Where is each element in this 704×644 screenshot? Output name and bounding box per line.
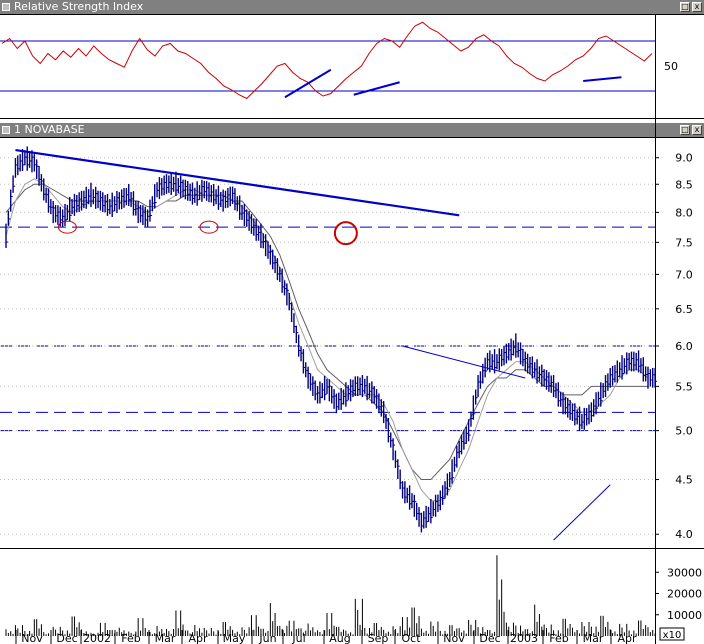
x-tick-label: Feb [121, 632, 140, 644]
price-tick-label: 6.0 [675, 340, 693, 353]
x-tick-label: Apr [188, 632, 208, 644]
x-tick-label: Mar [583, 632, 604, 644]
rsi-plot: 50 [0, 21, 678, 100]
x-tick-label: Dec [479, 632, 500, 644]
annotation-circle [333, 221, 358, 246]
x-tick-label: Jul [291, 632, 305, 644]
moving-average-slow [5, 183, 648, 481]
rsi-series-line [1, 21, 653, 100]
price-trendline [553, 484, 611, 541]
volume-tick-label: 10000 [667, 609, 702, 622]
x-tick-label: Jun [258, 632, 276, 644]
chart-canvas: 50 9.0 8.5 8.0 7.5 7.0 6.5 6.0 5.5 5.0 4.5 4.0 300… [0, 14, 704, 644]
price-tick-label: 8.5 [675, 178, 693, 191]
rsi-trendline [583, 76, 622, 82]
price-plot: 9.0 8.5 8.0 7.5 7.0 6.5 6.0 5.5 5.0 4.5 4.0 [0, 146, 693, 541]
x-tick-label: 2003 [510, 632, 538, 644]
x-tick-label: Feb [549, 632, 568, 644]
price-tick-label: 9.0 [675, 152, 693, 165]
chart-window: Relative Strength Index □ x 1 NOVABASE □… [0, 0, 704, 644]
x-tick-label: Mar [155, 632, 176, 644]
price-tick-label: 6.5 [675, 303, 693, 316]
volume-tick-label: 20000 [667, 588, 702, 601]
price-tick-label: 5.0 [675, 425, 693, 438]
x-tick-label: Nov [443, 632, 465, 644]
x-tick-label: Sep [368, 632, 389, 644]
rsi-trendline [353, 81, 400, 96]
price-tick-label: 4.5 [675, 474, 693, 487]
x-tick-label: May [223, 632, 246, 644]
x-tick-label: 2002 [83, 632, 111, 644]
x-tick-label: Dec [56, 632, 77, 644]
x-tick-label: Apr [617, 632, 637, 644]
volume-plot: 30000 20000 10000 x10 [5, 555, 702, 641]
price-tick-label: 5.5 [675, 380, 693, 393]
rsi-tick-label: 50 [664, 60, 678, 73]
volume-unit-label: x10 [663, 630, 682, 641]
price-tick-label: 8.0 [675, 206, 693, 219]
x-tick-label: Oct [401, 632, 421, 644]
x-tick-label: Aug [329, 632, 350, 644]
volume-tick-label: 30000 [667, 566, 702, 579]
price-tick-label: 7.0 [675, 268, 693, 281]
price-tick-label: 4.0 [675, 528, 693, 541]
x-tick-label: Nov [21, 632, 43, 644]
rsi-trendline [284, 68, 332, 99]
price-tick-label: 7.5 [675, 236, 693, 249]
